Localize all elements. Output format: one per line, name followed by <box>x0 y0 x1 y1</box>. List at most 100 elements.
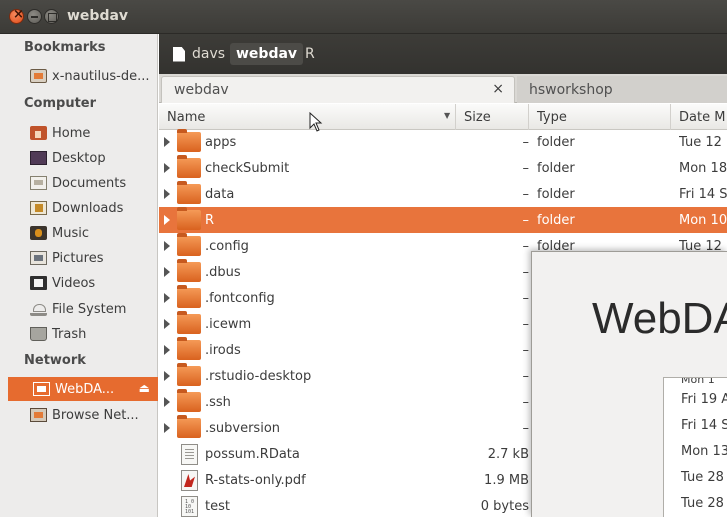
sidebar-item-label: File System <box>52 301 127 317</box>
expand-arrow-icon[interactable] <box>164 163 170 173</box>
dialog-list-item[interactable]: Fri 14 S <box>664 412 727 438</box>
close-tab-icon[interactable]: × <box>492 81 504 97</box>
expand-arrow-icon[interactable] <box>164 267 170 277</box>
document-file-icon <box>181 444 198 465</box>
breadcrumb-webdav[interactable]: webdav <box>230 43 304 65</box>
file-name: apps <box>205 134 237 150</box>
sidebar-item-music[interactable]: Music <box>30 222 155 244</box>
expand-arrow-icon[interactable] <box>164 397 170 407</box>
folder-icon <box>177 129 201 152</box>
expand-arrow-icon[interactable] <box>164 319 170 329</box>
file-size: – <box>522 394 530 410</box>
sidebar: Bookmarks x-nautilus-de... Computer Home… <box>0 34 158 517</box>
column-header-type[interactable]: Type <box>529 104 671 130</box>
tab-hsworkshop[interactable]: hsworkshop <box>517 76 727 103</box>
videos-icon <box>30 276 47 290</box>
sidebar-heading-bookmarks: Bookmarks <box>24 40 106 55</box>
sidebar-item-downloads[interactable]: Downloads <box>30 197 155 219</box>
tab-webdav[interactable]: webdav × <box>161 76 515 103</box>
dialog-list-item[interactable]: Fri 19 A <box>664 386 727 412</box>
file-name: .fontconfig <box>205 290 275 306</box>
expand-arrow-icon[interactable] <box>164 423 170 433</box>
expand-arrow-icon[interactable] <box>164 241 170 251</box>
sidebar-item-label: Trash <box>52 326 87 342</box>
file-row[interactable]: data – folder Fri 14 S <box>159 181 727 207</box>
column-header-size[interactable]: Size <box>456 104 529 130</box>
folder-icon <box>177 415 201 438</box>
file-type: folder <box>537 160 575 176</box>
music-icon <box>30 226 47 240</box>
folder-icon <box>177 233 201 256</box>
file-size: – <box>522 212 530 228</box>
column-header-date[interactable]: Date M <box>671 104 727 130</box>
dialog-list-item[interactable]: Tue 28 <box>664 464 727 490</box>
window-titlebar: webdav <box>0 0 727 34</box>
column-header-name[interactable]: Name <box>159 104 456 130</box>
dialog-title: WebDA <box>592 294 727 343</box>
sidebar-item-trash[interactable]: Trash <box>30 323 155 345</box>
file-size: – <box>522 342 530 358</box>
webdav-dialog: WebDA Mon 1 Fri 19 A Fri 14 S Mon 13 Tue… <box>531 251 727 517</box>
sidebar-item-videos[interactable]: Videos <box>30 272 155 294</box>
sidebar-item-home[interactable]: Home <box>30 122 155 144</box>
breadcrumb-davs[interactable]: davs <box>167 43 231 65</box>
expand-arrow-icon[interactable] <box>164 371 170 381</box>
expand-arrow-icon[interactable] <box>164 215 170 225</box>
sidebar-item-label: Music <box>52 225 89 241</box>
documents-icon <box>30 176 47 190</box>
sidebar-item-browse-network[interactable]: Browse Net... <box>30 404 155 426</box>
file-type: folder <box>537 212 575 228</box>
home-folder-icon <box>30 126 47 140</box>
close-window-button[interactable] <box>9 7 24 24</box>
sidebar-item-label: Home <box>52 125 91 141</box>
file-size: 2.7 kB <box>487 446 529 462</box>
file-size: – <box>522 160 530 176</box>
eject-icon[interactable]: ⏏ <box>139 381 150 395</box>
sidebar-item-bookmark[interactable]: x-nautilus-de... <box>30 65 155 87</box>
file-name: .subversion <box>205 420 281 436</box>
minimize-window-button[interactable] <box>27 9 42 24</box>
file-size: 1.9 MB <box>484 472 529 488</box>
file-row[interactable]: R – folder Mon 10 <box>159 207 727 233</box>
expand-arrow-icon[interactable] <box>164 345 170 355</box>
file-type: folder <box>537 134 575 150</box>
expand-arrow-icon[interactable] <box>164 293 170 303</box>
window-title: webdav <box>67 8 129 24</box>
sidebar-item-pictures[interactable]: Pictures <box>30 247 155 269</box>
file-size: – <box>522 290 530 306</box>
tab-bar: webdav × hsworkshop <box>159 74 727 103</box>
dialog-list-item[interactable]: Mon 13 <box>664 438 727 464</box>
expand-arrow-icon[interactable] <box>164 189 170 199</box>
file-name: .ssh <box>205 394 231 410</box>
sidebar-item-filesystem[interactable]: File System <box>30 298 155 320</box>
maximize-window-button[interactable] <box>44 9 59 24</box>
file-size: – <box>522 134 530 150</box>
file-date: Tue 12 <box>679 134 722 150</box>
folder-icon <box>177 155 201 178</box>
file-type: folder <box>537 186 575 202</box>
breadcrumb-r[interactable]: R <box>299 43 321 65</box>
folder-icon <box>177 259 201 282</box>
file-size: – <box>522 264 530 280</box>
dialog-list-item[interactable]: Tue 28 <box>664 490 727 516</box>
expand-arrow-icon[interactable] <box>164 137 170 147</box>
drive-icon <box>30 69 47 83</box>
file-date: Fri 14 S <box>679 186 727 202</box>
sidebar-item-documents[interactable]: Documents <box>30 172 155 194</box>
file-size: – <box>522 238 530 254</box>
file-name: R-stats-only.pdf <box>205 472 306 488</box>
file-name: .config <box>205 238 249 254</box>
folder-icon <box>177 311 201 334</box>
dialog-list-item[interactable]: Mon 1 <box>664 378 727 386</box>
sidebar-item-webdav[interactable]: WebDA... ⏏ <box>8 377 158 401</box>
sidebar-item-desktop[interactable]: Desktop <box>30 147 155 169</box>
file-row[interactable]: apps – folder Tue 12 <box>159 129 727 155</box>
file-row[interactable]: checkSubmit – folder Mon 18 <box>159 155 727 181</box>
file-name: test <box>205 498 230 514</box>
sidebar-item-label: x-nautilus-de... <box>52 68 150 84</box>
column-header-bar: Name ▼ Size Type Date M <box>159 104 727 130</box>
sidebar-item-label: WebDA... <box>55 381 115 397</box>
dialog-file-list: Mon 1 Fri 19 A Fri 14 S Mon 13 Tue 28 Tu… <box>663 377 727 517</box>
network-drive-icon <box>33 382 50 396</box>
file-date: Mon 18 <box>679 160 727 176</box>
